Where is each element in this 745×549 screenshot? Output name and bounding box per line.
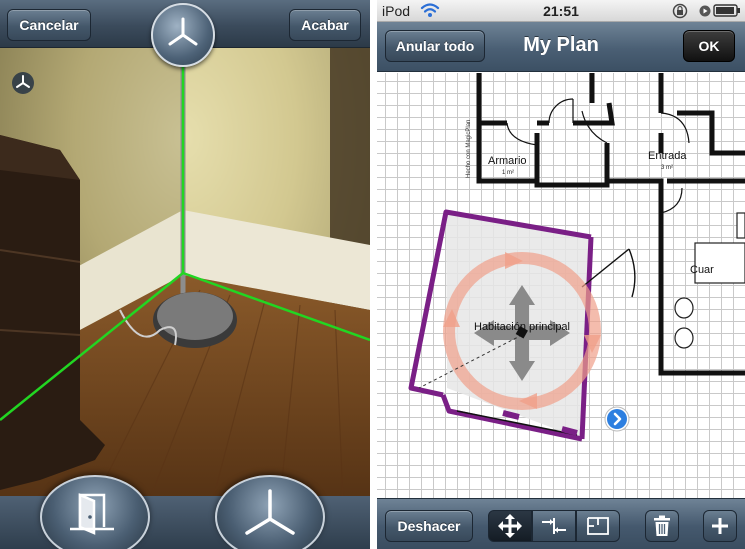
corner-marker-icon <box>12 72 34 94</box>
split-wall-icon <box>542 518 566 534</box>
room-label-armario: Armario <box>488 155 527 167</box>
navigation-bar: Anular todo My Plan OK <box>377 22 745 72</box>
ok-button[interactable]: OK <box>683 30 735 62</box>
orientation-lock-icon <box>672 3 688 19</box>
trash-icon <box>654 515 670 536</box>
split-wall-tool-button[interactable] <box>532 510 576 542</box>
move-icon <box>498 514 522 538</box>
undo-button[interactable]: Deshacer <box>385 510 473 542</box>
floor-plan-panel: iPod 21:51 Anular todo My Plan OK Armari… <box>377 0 745 549</box>
add-corner-button[interactable] <box>215 475 325 549</box>
watermark: Hecho con MagicPlan <box>466 119 472 178</box>
floor-plan-drawing <box>408 73 745 442</box>
camera-view-panel: Cancelar Acabar <box>0 0 370 549</box>
corner-capture-icon <box>168 17 198 46</box>
status-bar: iPod 21:51 <box>377 0 745 22</box>
bottom-toolbar: Deshacer <box>377 498 745 549</box>
room-label-cuarto: Cuar <box>690 264 714 276</box>
corner-icon <box>245 489 295 535</box>
room-label-habitacion-principal[interactable]: Habitación principal <box>474 321 570 333</box>
clock: 21:51 <box>543 3 579 19</box>
room-label-entrada: Entrada <box>648 150 687 162</box>
move-tool-button[interactable] <box>488 510 532 542</box>
floor-plan-canvas[interactable]: Armario 1 m² Entrada 3 m² Cuar Habitació… <box>377 73 745 498</box>
corner-capture-button[interactable] <box>151 3 215 67</box>
room-area-entrada: 3 m² <box>661 165 673 171</box>
add-door-button[interactable] <box>40 475 150 549</box>
add-button[interactable] <box>703 510 737 542</box>
room-shape-tool-button[interactable] <box>576 510 620 542</box>
cancel-button[interactable]: Cancelar <box>7 9 91 41</box>
door-icon <box>70 493 114 535</box>
bathroom-fixtures <box>674 212 745 349</box>
camera-feed <box>0 0 370 549</box>
room-area-armario: 1 m² <box>502 170 514 176</box>
room-shape-icon <box>587 517 609 535</box>
delete-button[interactable] <box>645 510 679 542</box>
battery-icon <box>713 4 740 17</box>
play-icon <box>699 5 711 17</box>
room-details-button[interactable] <box>604 406 630 432</box>
finish-button[interactable]: Acabar <box>289 9 361 41</box>
add-icon <box>712 518 728 534</box>
